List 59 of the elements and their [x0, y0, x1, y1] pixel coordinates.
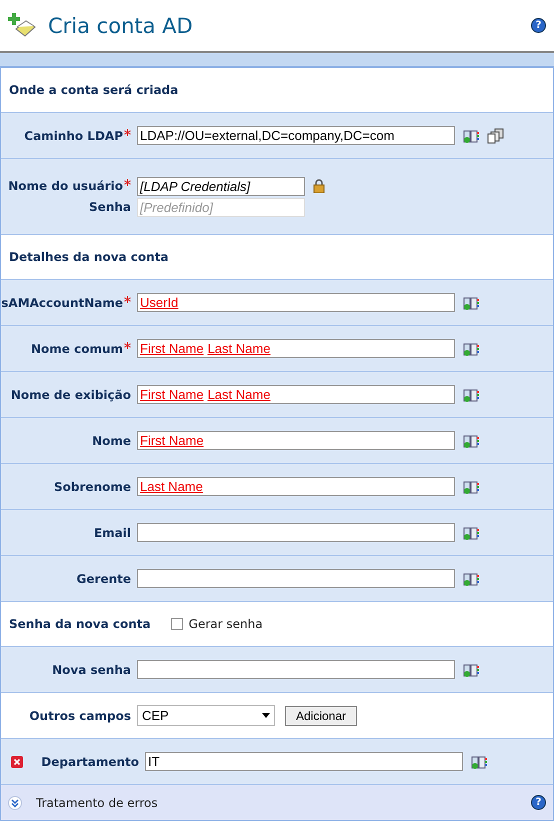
- text-field[interactable]: IT: [145, 752, 463, 771]
- text-field[interactable]: First Name Last Name: [137, 385, 455, 404]
- password-field[interactable]: [Predefinido]: [137, 198, 305, 216]
- field-label: Nome comum: [30, 342, 123, 356]
- field-label: Sobrenome: [54, 480, 131, 494]
- section-title[interactable]: Tratamento de erros: [36, 796, 517, 810]
- dropdown[interactable]: CEP: [137, 705, 275, 726]
- checkbox[interactable]: [170, 618, 183, 630]
- field-token[interactable]: Last Name: [140, 479, 203, 494]
- section-title: Onde a conta será criada: [9, 83, 178, 97]
- address-book-icon[interactable]: [463, 572, 479, 586]
- help-icon[interactable]: ?: [531, 795, 546, 810]
- field-label: Departamento: [41, 754, 139, 768]
- field-label: Nome do usuário: [8, 179, 123, 193]
- field-label: Senha: [89, 200, 131, 214]
- add-account-icon: [8, 12, 36, 40]
- field-label: Nome: [92, 434, 131, 448]
- add-button[interactable]: Adicionar: [285, 706, 358, 726]
- field-token[interactable]: Last Name: [208, 387, 270, 402]
- field-label: Nome de exibição: [10, 388, 131, 402]
- field-label: Nova senha: [52, 662, 131, 676]
- address-book-icon[interactable]: [463, 128, 479, 142]
- field-token[interactable]: First Name: [140, 387, 204, 402]
- address-book-icon[interactable]: [463, 296, 479, 310]
- field-label: Gerente: [76, 572, 131, 586]
- text-field[interactable]: Last Name: [137, 477, 455, 496]
- text-field[interactable]: UserId: [137, 293, 455, 312]
- field-label: Email: [94, 526, 131, 540]
- lock-icon: [313, 179, 325, 193]
- address-book-icon[interactable]: [463, 526, 479, 540]
- address-book-icon[interactable]: [463, 434, 479, 448]
- field-token[interactable]: First Name: [140, 433, 204, 448]
- section-title: Senha da nova conta: [9, 617, 151, 631]
- field-token[interactable]: First Name: [140, 341, 204, 356]
- address-book-icon[interactable]: [463, 662, 479, 676]
- text-field[interactable]: LDAP://OU=external,DC=company,DC=com: [137, 126, 455, 145]
- field-label: sAMAccountName: [1, 296, 123, 310]
- text-field[interactable]: [LDAP Credentials]: [137, 176, 305, 196]
- text-field[interactable]: First Name Last Name: [137, 339, 455, 358]
- field-token[interactable]: Last Name: [208, 341, 270, 356]
- checkbox-label[interactable]: Gerar senha: [188, 617, 263, 631]
- address-book-icon[interactable]: [463, 388, 479, 402]
- text-field[interactable]: [137, 569, 455, 588]
- field-label: Caminho LDAP: [24, 128, 123, 142]
- section-title: Detalhes da nova conta: [9, 250, 169, 264]
- address-book-icon[interactable]: [463, 480, 479, 494]
- field-label: Outros campos: [29, 708, 131, 722]
- expand-icon[interactable]: [8, 796, 22, 810]
- text-field[interactable]: [137, 660, 455, 679]
- address-book-icon[interactable]: [463, 342, 479, 356]
- remove-icon[interactable]: [11, 756, 23, 768]
- caret-icon[interactable]: [262, 713, 270, 718]
- page-title: Cria conta AD: [48, 14, 194, 38]
- text-field[interactable]: [137, 523, 455, 542]
- text-field[interactable]: First Name: [137, 431, 455, 450]
- address-book-icon[interactable]: [471, 754, 487, 768]
- servers-icon[interactable]: [487, 128, 505, 144]
- help-icon[interactable]: ?: [531, 18, 546, 33]
- field-token[interactable]: UserId: [140, 295, 178, 310]
